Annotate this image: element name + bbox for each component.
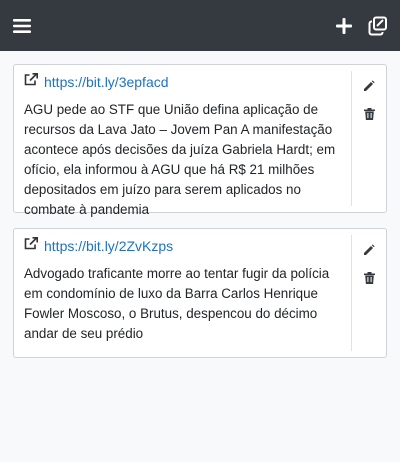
- item-actions: [351, 235, 386, 351]
- hamburger-menu-icon[interactable]: [12, 16, 32, 36]
- pencil-edit-icon[interactable]: [360, 241, 378, 259]
- list-item: https://bit.ly/2ZvKzps Advogado trafican…: [13, 228, 387, 358]
- navbar-actions: [334, 16, 388, 36]
- trash-icon[interactable]: [360, 269, 378, 287]
- plus-icon[interactable]: [334, 16, 354, 36]
- pencil-edit-icon[interactable]: [360, 77, 378, 95]
- item-link[interactable]: https://bit.ly/2ZvKzps: [44, 238, 173, 254]
- external-link-icon: [24, 73, 38, 91]
- top-navbar: [0, 0, 400, 51]
- link-list: https://bit.ly/3epfacd AGU pede ao STF q…: [0, 51, 400, 358]
- link-row: https://bit.ly/2ZvKzps: [24, 237, 341, 255]
- external-link-icon: [24, 237, 38, 255]
- link-row: https://bit.ly/3epfacd: [24, 73, 341, 91]
- item-link[interactable]: https://bit.ly/3epfacd: [44, 74, 169, 90]
- item-description: AGU pede ao STF que União defina aplicaç…: [24, 102, 336, 217]
- list-item-body: https://bit.ly/2ZvKzps Advogado trafican…: [14, 229, 351, 357]
- item-description: Advogado traficante morre ao tentar fugi…: [24, 266, 330, 341]
- list-item-body: https://bit.ly/3epfacd AGU pede ao STF q…: [14, 65, 351, 217]
- trash-icon[interactable]: [360, 105, 378, 123]
- item-actions: [351, 71, 386, 206]
- list-item: https://bit.ly/3epfacd AGU pede ao STF q…: [13, 64, 387, 217]
- copy-icon[interactable]: [368, 16, 388, 36]
